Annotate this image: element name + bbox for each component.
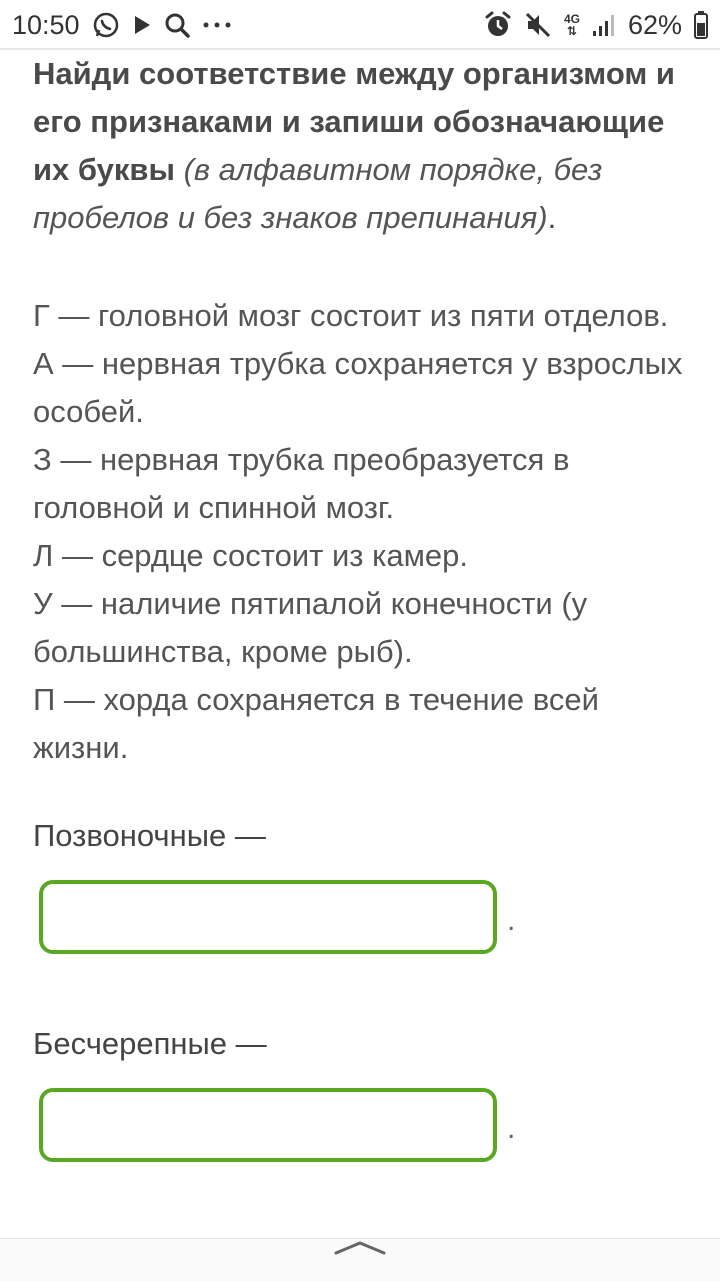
whatsapp-icon: [92, 11, 120, 39]
list-item: Г — головной мозг состоит из пяти отдело…: [33, 298, 669, 333]
answer-period: .: [507, 904, 516, 937]
answer-acrania: Бесчерепные — .: [33, 1020, 515, 1168]
battery-icon: [694, 11, 708, 39]
acrania-answer-input[interactable]: [39, 1088, 497, 1162]
list-item: Л — сердце состоит из камер.: [33, 538, 469, 573]
list-item: У — наличие пятипалой конечности (у боль…: [33, 586, 588, 669]
status-left: 10:50: [12, 10, 232, 41]
search-icon: [164, 12, 190, 38]
data-arrows-icon: ⇅: [566, 24, 577, 38]
status-right: 4G ⇅ 62%: [484, 10, 708, 41]
more-icon: [202, 21, 232, 29]
mute-icon: [524, 11, 552, 39]
feature-list: Г — головной мозг состоит из пяти отдело…: [33, 292, 693, 772]
list-item: А — нервная трубка сохраняется у взрослы…: [33, 346, 683, 429]
task-title: Найди соответствие между организмом и ег…: [33, 50, 693, 242]
task-title-end: .: [547, 200, 557, 235]
answer-period: .: [507, 1112, 516, 1145]
answer-label-vertebrates: Позвоночные —: [33, 818, 266, 853]
status-time: 10:50: [12, 9, 80, 40]
battery-level: 62%: [627, 9, 682, 40]
alarm-icon: [484, 11, 512, 39]
answer-row: .: [33, 1088, 515, 1168]
signal-icon: [592, 13, 616, 37]
answer-vertebrates: Позвоночные — .: [33, 812, 515, 960]
bottom-bar: [0, 1238, 720, 1281]
play-icon: [132, 14, 152, 36]
chevron-up-icon[interactable]: [332, 1239, 388, 1259]
vertebrates-answer-input[interactable]: [39, 880, 497, 954]
network-indicator: 4G ⇅: [564, 13, 580, 37]
answer-row: .: [33, 880, 515, 960]
status-bar: 10:50 4G ⇅ 62%: [0, 0, 720, 50]
answer-label-acrania: Бесчерепные —: [33, 1026, 267, 1061]
list-item: П — хорда сохраняется в течение всей жиз…: [33, 682, 599, 765]
task-content: Найди соответствие между организмом и ег…: [33, 50, 693, 1162]
list-item: З — нервная трубка преобразуется в голов…: [33, 442, 570, 525]
